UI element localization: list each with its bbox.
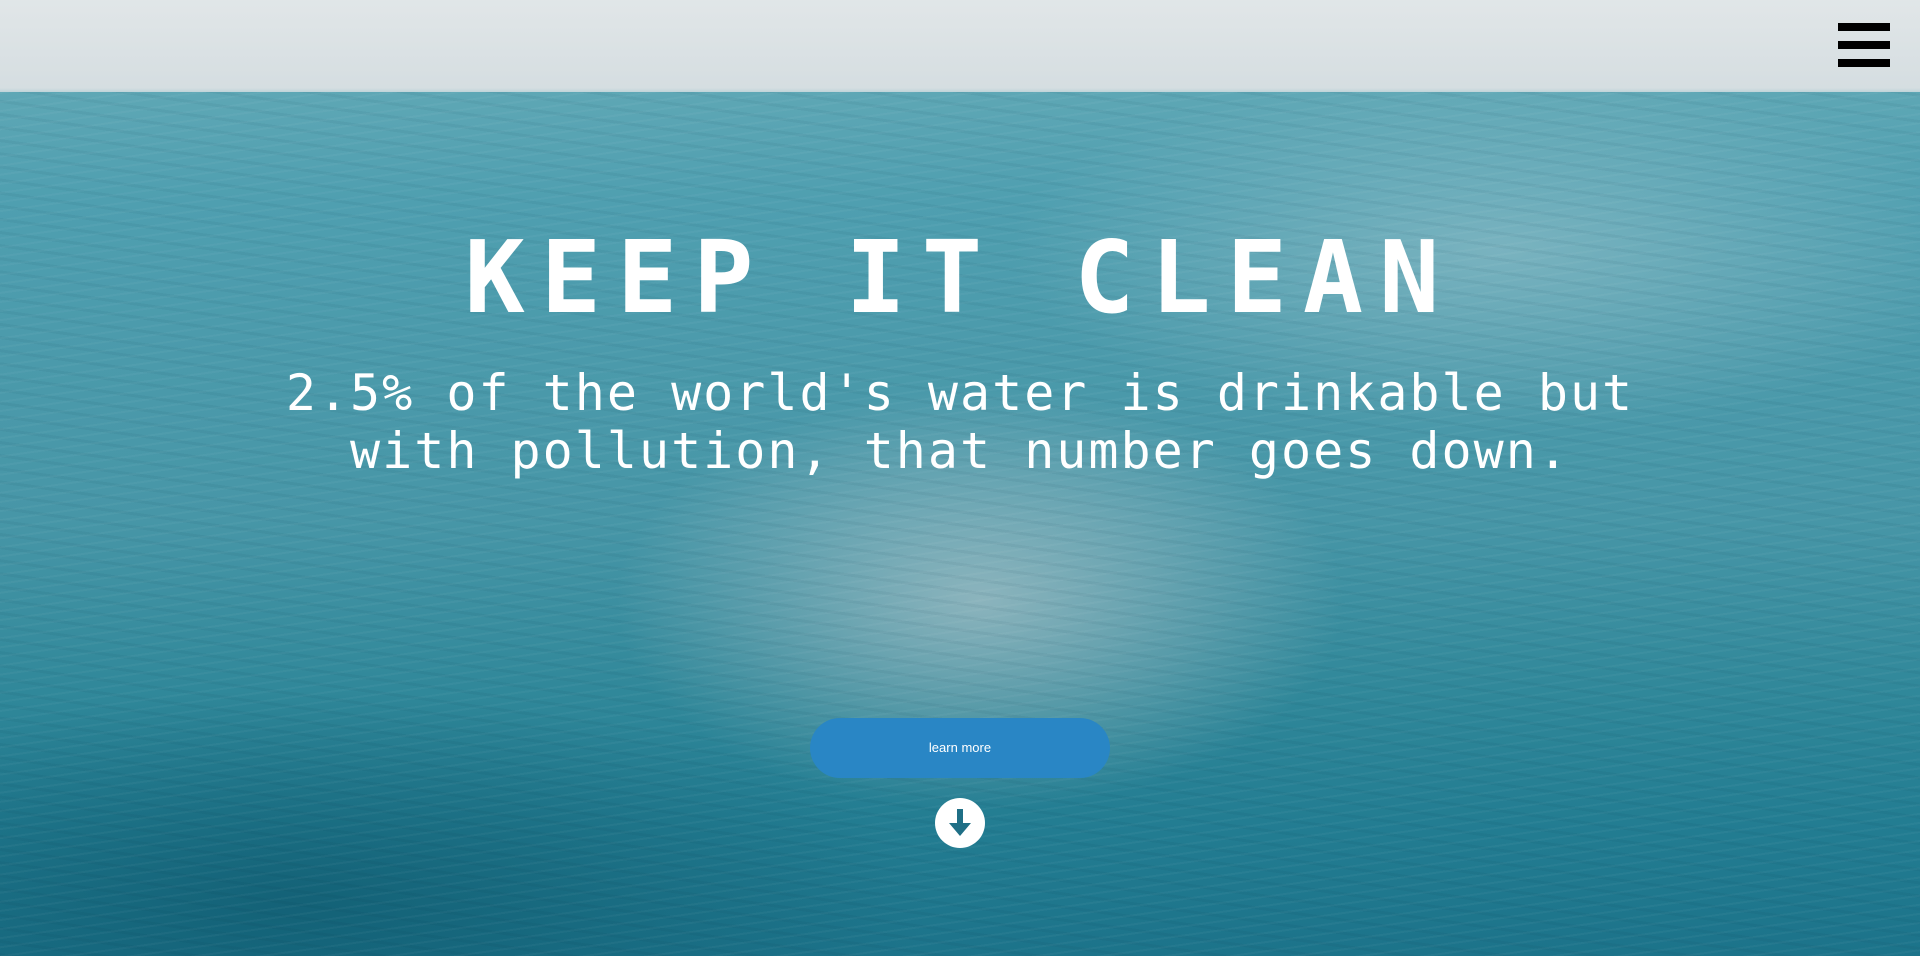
- menu-bar-middle: [1838, 41, 1890, 49]
- hamburger-menu-icon[interactable]: [1838, 22, 1890, 68]
- arrow-down-icon: [949, 809, 971, 836]
- learn-more-button[interactable]: learn more: [810, 718, 1110, 778]
- hero-background: KEEP IT CLEAN 2.5% of the world's water …: [0, 0, 1920, 956]
- hero-headline: KEEP IT CLEAN: [464, 219, 1456, 336]
- menu-bar-top: [1838, 23, 1890, 31]
- sky-haze: [0, 0, 1920, 92]
- hero-subtitle: 2.5% of the world's water is drinkable b…: [285, 364, 1635, 480]
- arrow-down-circle-icon[interactable]: [935, 798, 985, 848]
- menu-bar-bottom: [1838, 59, 1890, 67]
